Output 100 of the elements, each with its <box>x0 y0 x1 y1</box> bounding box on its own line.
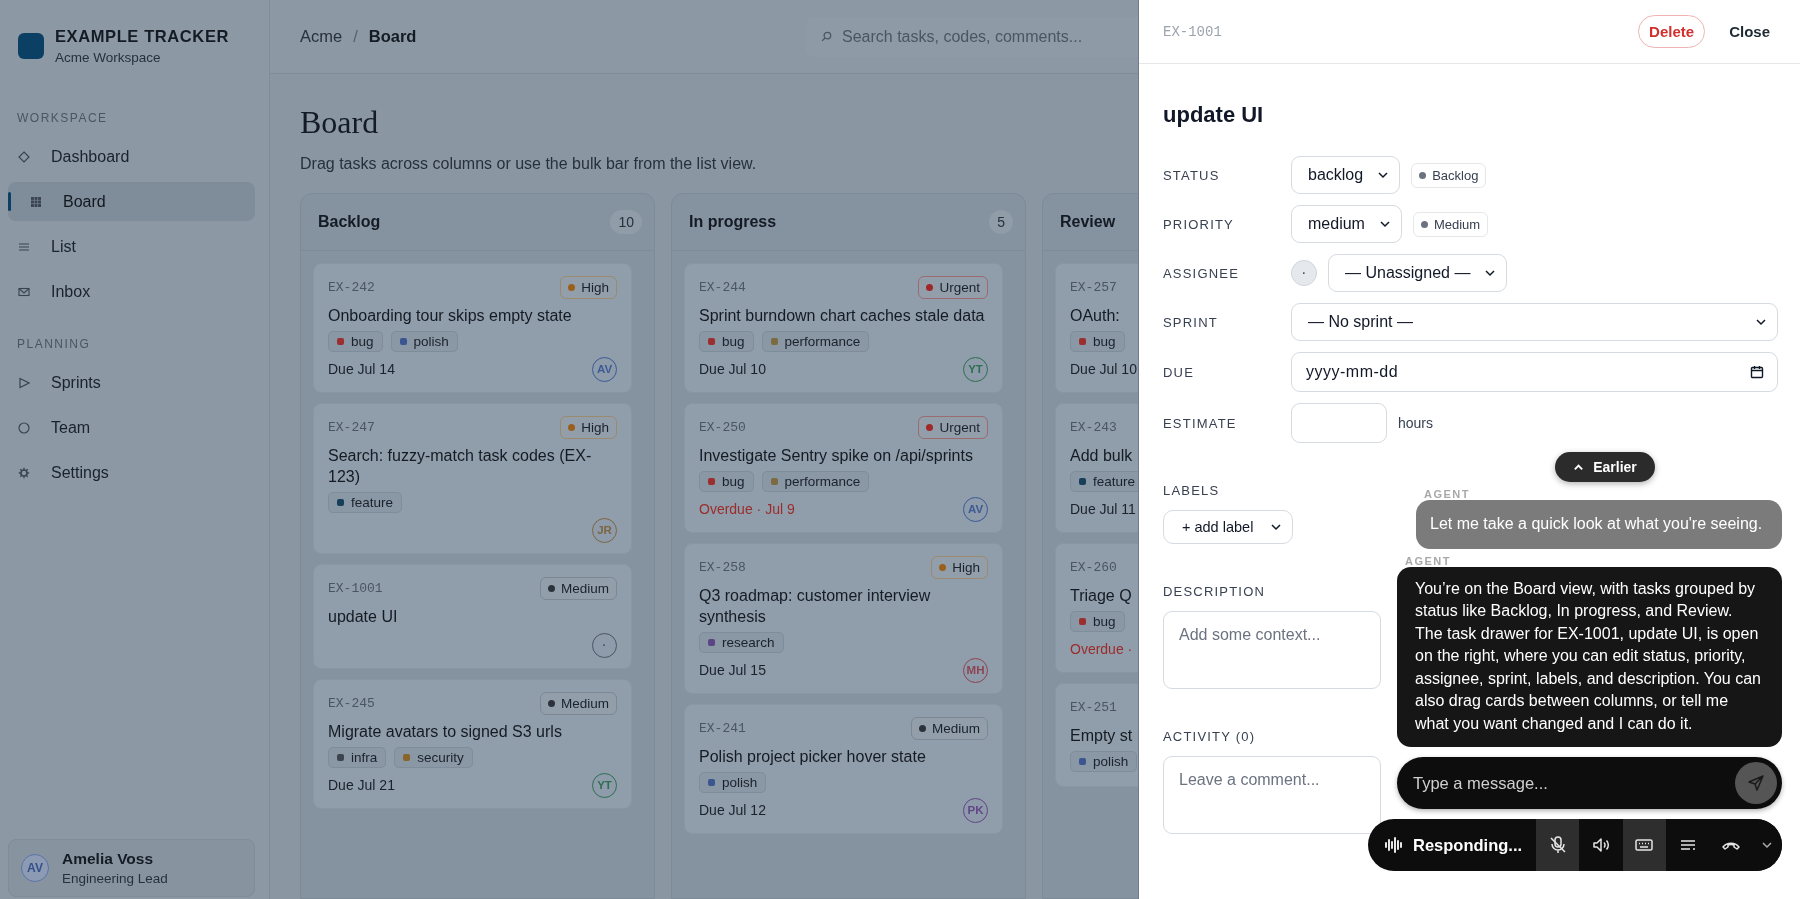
dropdown[interactable]: — No sprint — <box>1291 303 1778 341</box>
tag: polish <box>390 331 458 352</box>
search-icon <box>821 30 832 42</box>
breadcrumb-item[interactable]: Acme <box>300 27 343 46</box>
dropdown[interactable]: — Unassigned — <box>1328 254 1508 292</box>
chevron-down-icon <box>1484 267 1497 279</box>
voice-status: Responding... <box>1413 835 1523 855</box>
task-card[interactable]: EX-244 Urgent Sprint burndown chart caches stale data bug performance Due Jul 10 YT <box>684 263 1003 393</box>
column-title: Backlog <box>318 213 381 231</box>
user-card[interactable]: AV Amelia Voss Engineering Lead <box>8 839 255 897</box>
close-button[interactable]: Close <box>1719 16 1780 47</box>
estimate-field[interactable] <box>1291 403 1387 443</box>
task-card[interactable]: EX-251 Empty st polish <box>1055 683 1138 787</box>
task-card[interactable]: EX-250 Urgent Investigate Sentry spike on /api/sprints bug performance Overdue · Jul 9 AV <box>684 403 1003 533</box>
assignee-avatar: · <box>1291 260 1317 286</box>
chevron-up-icon <box>1573 461 1585 473</box>
sender-label: AGENT <box>1405 554 1451 567</box>
assignee-avatar: MH <box>963 657 988 683</box>
sender-label: AGENT <box>1424 488 1470 500</box>
task-card[interactable]: EX-1001 Medium update UI · <box>313 564 632 669</box>
sidebar-item[interactable]: Settings <box>8 453 255 492</box>
task-title: Migrate avatars to signed S3 urls <box>328 722 563 742</box>
task-card[interactable]: EX-245 Medium Migrate avatars to signed S3 urls infra security Due Jul 21 YT <box>313 679 632 809</box>
task-code: EX-1001 <box>1163 23 1222 40</box>
circle-icon <box>18 421 30 434</box>
task-title: update UI <box>328 607 399 627</box>
field-label: DUE <box>1163 364 1196 380</box>
description-field[interactable]: Add some context... <box>1163 611 1381 689</box>
field-label: ESTIMATE <box>1163 415 1238 431</box>
sidebar-item[interactable]: Sprints <box>8 363 255 402</box>
user-role: Engineering Lead <box>62 871 168 886</box>
dropdown[interactable]: backlog <box>1291 156 1401 194</box>
field-label: SPRINT <box>1163 314 1219 330</box>
earlier-button[interactable]: Earlier <box>1555 452 1655 482</box>
tag: performance <box>761 471 870 492</box>
task-title: Empty st <box>1070 726 1134 746</box>
task-card[interactable]: EX-258 High Q3 roadmap: customer interview synthesis research Due Jul 15 MH <box>684 543 1003 694</box>
tag: security <box>394 747 473 768</box>
unit-label: hours <box>1398 415 1434 431</box>
tag: feature <box>1070 471 1138 492</box>
task-card[interactable]: EX-260 Triage Q bug Overdue · <box>1055 543 1138 673</box>
mic-off-button[interactable] <box>1536 819 1580 871</box>
field-label: STATUS <box>1163 167 1221 183</box>
field-label: PRIORITY <box>1163 216 1235 232</box>
task-code: EX-250 <box>699 419 746 435</box>
due-date: Overdue · <box>1070 641 1133 657</box>
add-label-dropdown[interactable]: + add label <box>1163 510 1293 544</box>
sidebar-item[interactable]: Team <box>8 408 255 447</box>
sidebar-item[interactable]: Dashboard <box>8 137 255 176</box>
task-code: EX-257 <box>1070 279 1117 295</box>
chat-message: You’re on the Board view, with tasks grouped by status like Backlog, In progress, and Review. The task drawer for EX-1001, update UI, is open on the right, where you can edit status, priority, assignee, sprint, labels, and description. You can also drag cards between columns, or tell me what you want changed and I can do it. <box>1397 566 1782 747</box>
task-title: Sprint burndown chart caches stale data <box>699 306 986 326</box>
column-title: In progress <box>689 213 777 231</box>
priority-badge: High <box>560 275 617 299</box>
sidebar-item[interactable]: List <box>8 227 255 266</box>
task-code: EX-244 <box>699 279 746 295</box>
task-card[interactable]: EX-243 Add bulk feature Due Jul 11 <box>1055 403 1138 533</box>
tag: feature <box>328 492 403 513</box>
waveform-icon <box>1384 836 1402 854</box>
envelope-icon <box>18 285 30 298</box>
due-date: Due Jul 14 <box>328 361 395 377</box>
tag: bug <box>699 331 754 352</box>
task-card[interactable]: EX-241 Medium Polish project picker hover state polish Due Jul 12 PK <box>684 704 1003 834</box>
task-code: EX-1001 <box>328 580 383 596</box>
priority-badge: Urgent <box>918 415 988 439</box>
section-heading: ACTIVITY (0) <box>1163 729 1256 744</box>
priority-badge: Urgent <box>918 275 988 299</box>
tag: bug <box>328 331 383 352</box>
task-count: 5 <box>989 210 1013 234</box>
section-heading: LABELS <box>1163 483 1220 498</box>
task-code: EX-260 <box>1070 559 1117 575</box>
date-field[interactable]: yyyy-mm-dd <box>1291 352 1778 392</box>
due-date: Due Jul 10 <box>1070 361 1137 377</box>
tag: bug <box>1070 331 1125 352</box>
assignee-avatar: PK <box>963 797 988 823</box>
sidebar-item[interactable]: Inbox <box>8 272 255 311</box>
assignee-avatar: AV <box>592 356 617 382</box>
dropdown[interactable]: medium <box>1291 205 1402 243</box>
sidebar-item[interactable]: Board <box>8 182 255 221</box>
due-date: Due Jul 15 <box>699 662 766 678</box>
message-field[interactable]: Type a message... <box>1397 757 1782 809</box>
task-card[interactable]: EX-242 High Onboarding tour skips empty state bug polish Due Jul 14 AV <box>313 263 632 393</box>
tag: research <box>699 632 784 653</box>
priority-badge: Medium <box>540 691 617 715</box>
task-title: Polish project picker hover state <box>699 747 927 767</box>
comment-field[interactable]: Leave a comment... <box>1163 756 1381 834</box>
task-title: Investigate Sentry spike on /api/sprints <box>699 446 974 466</box>
calendar-icon <box>1750 365 1764 379</box>
task-code: EX-242 <box>328 279 375 295</box>
task-title: update UI <box>1163 102 1265 128</box>
tag: polish <box>1070 751 1138 772</box>
keyboard-button[interactable] <box>1622 819 1666 871</box>
task-card[interactable]: EX-257 OAuth: bug Due Jul 10 <box>1055 263 1138 393</box>
task-title: OAuth: <box>1070 306 1121 326</box>
task-card[interactable]: EX-247 High Search: fuzzy-match task codes (EX-123) feature JR <box>313 403 632 554</box>
diamond-icon <box>18 150 30 163</box>
task-title: Triage Q <box>1070 586 1133 606</box>
assignee-avatar: YT <box>592 772 617 798</box>
status-badge: Backlog <box>1411 162 1487 188</box>
settings-icon <box>18 466 30 479</box>
